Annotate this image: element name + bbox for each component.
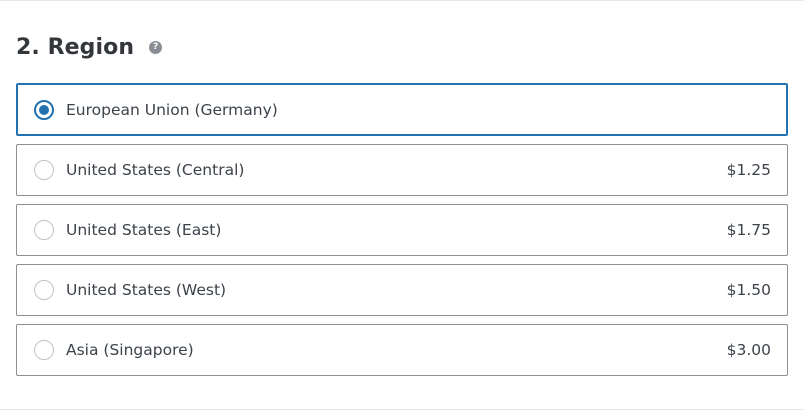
region-label: United States (Central) (66, 161, 245, 179)
section-header: 2. Region ? (16, 31, 163, 63)
region-label: United States (East) (66, 221, 222, 239)
region-option-us-east[interactable]: United States (East) $1.75 (16, 204, 788, 256)
radio-asia-singapore[interactable] (34, 340, 54, 360)
region-panel: 2. Region ? European Union (Germany) Uni… (0, 0, 804, 410)
radio-eu-germany[interactable] (34, 99, 54, 120)
region-option-asia-singapore[interactable]: Asia (Singapore) $3.00 (16, 324, 788, 376)
question-icon[interactable]: ? (149, 41, 163, 54)
region-option-eu-germany[interactable]: European Union (Germany) (16, 83, 788, 136)
region-price: $1.75 (726, 221, 771, 239)
radio-us-central[interactable] (34, 160, 54, 180)
radio-us-west[interactable] (34, 280, 54, 300)
region-option-us-west[interactable]: United States (West) $1.50 (16, 264, 788, 316)
region-label: European Union (Germany) (66, 100, 278, 119)
region-label: United States (West) (66, 281, 227, 299)
region-price: $3.00 (726, 341, 771, 359)
section-title: 2. Region (16, 34, 135, 60)
region-option-us-central[interactable]: United States (Central) $1.25 (16, 144, 788, 196)
region-options: European Union (Germany) United States (… (16, 83, 788, 384)
region-price: $1.25 (726, 161, 771, 179)
region-label: Asia (Singapore) (66, 341, 194, 359)
region-price: $1.50 (726, 281, 771, 299)
radio-us-east[interactable] (34, 220, 54, 240)
